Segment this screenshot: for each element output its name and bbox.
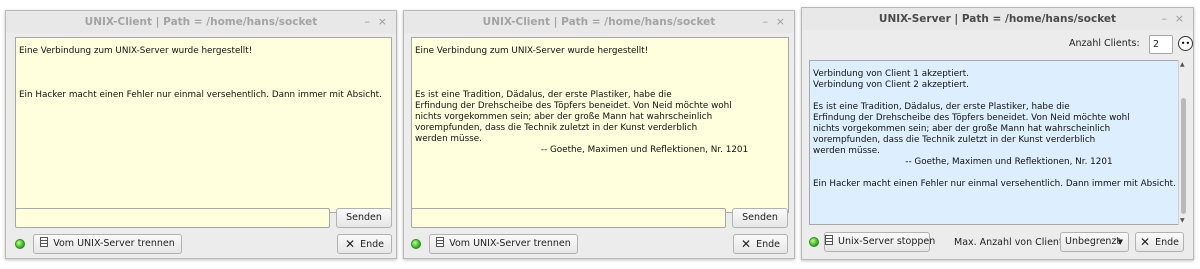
document-icon bbox=[40, 237, 49, 247]
server-log-scrollbar[interactable]: ▲ ▼ bbox=[1178, 60, 1188, 225]
send-button[interactable]: Senden bbox=[336, 208, 392, 228]
client-window-1: UNIX-Client | Path = /home/hans/socket –… bbox=[5, 10, 397, 259]
close-button[interactable]: × bbox=[1175, 8, 1184, 30]
end-button[interactable]: ✕ Ende bbox=[1135, 232, 1184, 252]
close-x-icon: ✕ bbox=[345, 237, 356, 251]
dropdown-arrow-icon: ▼ bbox=[1117, 238, 1123, 246]
status-led-icon bbox=[15, 239, 25, 249]
close-button[interactable]: × bbox=[378, 11, 387, 33]
disconnect-button[interactable]: Vom UNIX-Server trennen bbox=[429, 234, 578, 254]
max-clients-label: Max. Anzahl von Clients: bbox=[954, 237, 1071, 248]
message-input[interactable] bbox=[15, 208, 330, 228]
end-button[interactable]: ✕ Ende bbox=[733, 234, 788, 254]
title-bar[interactable]: UNIX-Server | Path = /home/hans/socket –… bbox=[802, 8, 1193, 30]
close-button[interactable]: × bbox=[776, 11, 785, 33]
clients-count-value: 2 bbox=[1153, 39, 1160, 50]
close-x-icon: ✕ bbox=[741, 237, 752, 251]
scroll-down-icon[interactable]: ▼ bbox=[1180, 217, 1185, 224]
end-label: Ende bbox=[1155, 237, 1179, 248]
clients-count-label: Anzahl Clients: bbox=[1069, 38, 1140, 49]
clients-indicator-icon: •• bbox=[1178, 36, 1193, 51]
window-title: UNIX-Server | Path = /home/hans/socket bbox=[878, 13, 1117, 25]
window-title: UNIX-Client | Path = /home/hans/socket bbox=[84, 16, 318, 28]
minimize-button[interactable]: – bbox=[365, 11, 371, 33]
window-title: UNIX-Client | Path = /home/hans/socket bbox=[482, 16, 716, 28]
clients-count-field: 2 bbox=[1149, 35, 1173, 54]
scroll-thumb[interactable] bbox=[1181, 98, 1186, 214]
title-bar[interactable]: UNIX-Client | Path = /home/hans/socket –… bbox=[404, 11, 794, 33]
status-led-icon bbox=[411, 239, 421, 249]
disconnect-label: Vom UNIX-Server trennen bbox=[449, 238, 571, 249]
minimize-button[interactable]: – bbox=[1162, 8, 1168, 30]
server-window: UNIX-Server | Path = /home/hans/socket –… bbox=[801, 7, 1194, 260]
document-icon bbox=[825, 235, 833, 245]
send-label: Senden bbox=[346, 212, 382, 223]
max-clients-select[interactable]: Unbegrenzt ▼ bbox=[1060, 232, 1129, 252]
end-button[interactable]: ✕ Ende bbox=[337, 234, 392, 254]
end-label: Ende bbox=[360, 239, 384, 250]
server-log[interactable]: Verbindung von Client 1 akzeptiert. Verb… bbox=[809, 60, 1179, 225]
client-window-2: UNIX-Client | Path = /home/hans/socket –… bbox=[403, 10, 795, 259]
minimize-button[interactable]: – bbox=[763, 11, 769, 33]
stop-server-label: Unix-Server stoppen bbox=[838, 236, 936, 247]
send-button[interactable]: Senden bbox=[732, 208, 788, 228]
max-clients-value: Unbegrenzt bbox=[1065, 236, 1121, 247]
stop-server-button[interactable]: Unix-Server stoppen bbox=[824, 232, 935, 252]
close-x-icon: ✕ bbox=[1140, 235, 1151, 249]
scroll-up-icon[interactable]: ▲ bbox=[1180, 61, 1185, 68]
message-log[interactable]: Eine Verbindung zum UNIX-Server wurde he… bbox=[15, 37, 392, 213]
send-label: Senden bbox=[742, 212, 778, 223]
message-log[interactable]: Eine Verbindung zum UNIX-Server wurde he… bbox=[411, 37, 789, 213]
disconnect-button[interactable]: Vom UNIX-Server trennen bbox=[33, 234, 182, 254]
document-icon bbox=[436, 237, 445, 247]
status-led-icon bbox=[809, 237, 819, 247]
disconnect-label: Vom UNIX-Server trennen bbox=[53, 238, 175, 249]
title-bar[interactable]: UNIX-Client | Path = /home/hans/socket –… bbox=[6, 11, 396, 33]
end-label: Ende bbox=[756, 239, 780, 250]
message-input[interactable] bbox=[411, 208, 726, 228]
